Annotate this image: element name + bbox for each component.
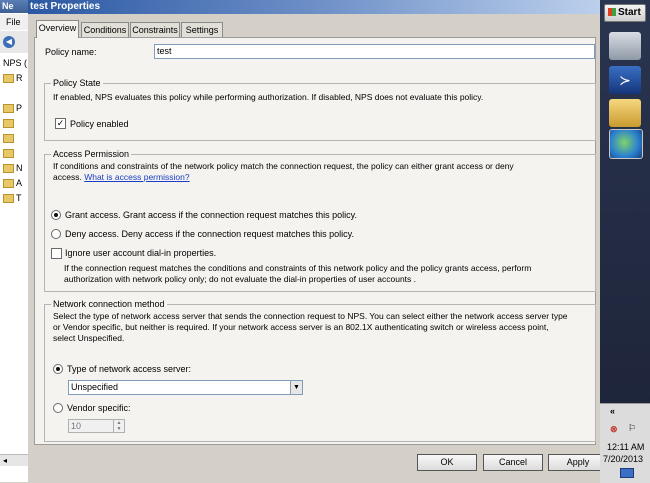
ignore-dialin-label: Ignore user account dial-in properties. xyxy=(65,248,217,258)
background-app-title: Ne xyxy=(0,0,28,13)
dialog-titlebar[interactable]: test Properties xyxy=(28,0,600,14)
ignore-dialin-note: If the connection request matches the co… xyxy=(64,263,532,273)
horizontal-scrollbar[interactable]: ◂ xyxy=(0,454,28,466)
nas-type-radio[interactable] xyxy=(53,364,63,374)
overview-panel: Policy name: test Policy State If enable… xyxy=(34,37,596,445)
apply-button[interactable]: Apply xyxy=(548,454,608,471)
policy-state-legend: Policy State xyxy=(51,78,103,88)
folder-icon xyxy=(3,74,14,84)
vendor-specific-radio[interactable] xyxy=(53,403,63,413)
tab-overview[interactable]: Overview xyxy=(36,20,79,38)
network-error-icon[interactable]: ⊗ xyxy=(610,424,618,435)
vendor-specific-stepper[interactable]: 10 ▲ ▼ xyxy=(68,419,125,433)
tree-node[interactable]: T xyxy=(0,191,28,206)
policy-name-label: Policy name: xyxy=(45,47,97,57)
network-connection-description: Select the type of network access server… xyxy=(53,311,568,321)
tree-node[interactable] xyxy=(0,131,28,146)
grant-access-radio[interactable] xyxy=(51,210,61,220)
chevron-down-icon[interactable]: ▼ xyxy=(290,381,302,394)
clock-time[interactable]: 12:11 AM xyxy=(607,442,644,452)
folder-icon xyxy=(3,149,14,159)
ok-button[interactable]: OK xyxy=(417,454,477,471)
policy-name-field[interactable]: test xyxy=(154,44,595,59)
network-connection-group: Network connection method Select the typ… xyxy=(44,299,596,442)
powershell-icon[interactable]: ≻ xyxy=(609,66,641,94)
nav-bar: ◀ xyxy=(0,31,28,53)
grant-access-label: Grant access. Grant access if the connec… xyxy=(65,210,357,220)
stepper-arrows-icon[interactable]: ▲ ▼ xyxy=(113,420,124,432)
tab-constraints[interactable]: Constraints xyxy=(130,22,180,37)
nas-type-label: Type of network access server: xyxy=(67,364,192,374)
access-permission-group: Access Permission If conditions and cons… xyxy=(44,149,596,292)
back-arrow-icon[interactable]: ◀ xyxy=(3,36,15,48)
nas-type-select[interactable]: Unspecified ▼ xyxy=(68,380,303,395)
tree-node[interactable]: R xyxy=(0,71,28,86)
explorer-folder-icon[interactable] xyxy=(609,99,641,127)
tree-node[interactable] xyxy=(0,146,28,161)
access-permission-description-2: access. What is access permission? xyxy=(53,172,190,182)
clock-date[interactable]: 7/20/2013 xyxy=(603,454,643,464)
dialog-title: test Properties xyxy=(30,1,101,12)
action-center-flag-icon[interactable]: ⚐ xyxy=(628,423,636,434)
windows-logo-icon xyxy=(608,8,616,17)
network-connection-description-3: select Unspecified. xyxy=(53,333,125,343)
folder-icon xyxy=(3,134,14,144)
system-tray: « ⊗ ⚐ 12:11 AM 7/20/2013 xyxy=(600,403,650,483)
policy-enabled-checkbox[interactable]: ✓ xyxy=(55,118,66,129)
access-permission-legend: Access Permission xyxy=(51,149,132,159)
background-app-window: Ne File ◀ NPS ( R P N A T ◂ xyxy=(0,0,29,482)
network-connection-legend: Network connection method xyxy=(51,299,167,309)
folder-icon xyxy=(3,119,14,129)
tab-conditions[interactable]: Conditions xyxy=(81,22,129,37)
cancel-button[interactable]: Cancel xyxy=(483,454,543,471)
policy-enabled-label: Policy enabled xyxy=(70,119,129,129)
tab-settings[interactable]: Settings xyxy=(181,22,223,37)
network-connection-description-2: or Vendor specific, but neither is requi… xyxy=(53,322,549,332)
menu-file[interactable]: File xyxy=(0,14,28,30)
access-permission-description: If conditions and constraints of the net… xyxy=(53,161,514,171)
properties-dialog: test Properties Overview Conditions Cons… xyxy=(28,0,608,482)
deny-access-radio[interactable] xyxy=(51,229,61,239)
access-permission-help-link[interactable]: What is access permission? xyxy=(84,172,189,182)
show-desktop-icon[interactable] xyxy=(620,468,634,478)
server-manager-icon[interactable] xyxy=(609,32,641,60)
tree-node[interactable]: A xyxy=(0,176,28,191)
network-icon xyxy=(3,164,14,174)
policy-icon xyxy=(3,104,14,114)
tray-expand-icon[interactable]: « xyxy=(610,406,615,416)
tree-node[interactable]: NPS ( xyxy=(0,56,28,71)
ignore-dialin-checkbox[interactable] xyxy=(51,248,62,259)
tree-node[interactable] xyxy=(0,86,28,101)
vendor-specific-label: Vendor specific: xyxy=(67,403,131,413)
deny-access-label: Deny access. Deny access if the connecti… xyxy=(65,229,354,239)
nps-globe-icon[interactable] xyxy=(609,129,643,159)
policy-state-group: Policy State If enabled, NPS evaluates t… xyxy=(44,78,596,141)
tree-node[interactable]: N xyxy=(0,161,28,176)
templates-icon xyxy=(3,194,14,204)
tree-view: NPS ( R P N A T xyxy=(0,56,28,206)
tree-node[interactable] xyxy=(0,116,28,131)
tree-node[interactable]: P xyxy=(0,101,28,116)
start-button[interactable]: Start xyxy=(604,4,646,22)
ignore-dialin-note-2: authorization with network policy only; … xyxy=(64,274,417,284)
policy-state-description: If enabled, NPS evaluates this policy wh… xyxy=(53,92,484,102)
accounting-icon xyxy=(3,179,14,189)
